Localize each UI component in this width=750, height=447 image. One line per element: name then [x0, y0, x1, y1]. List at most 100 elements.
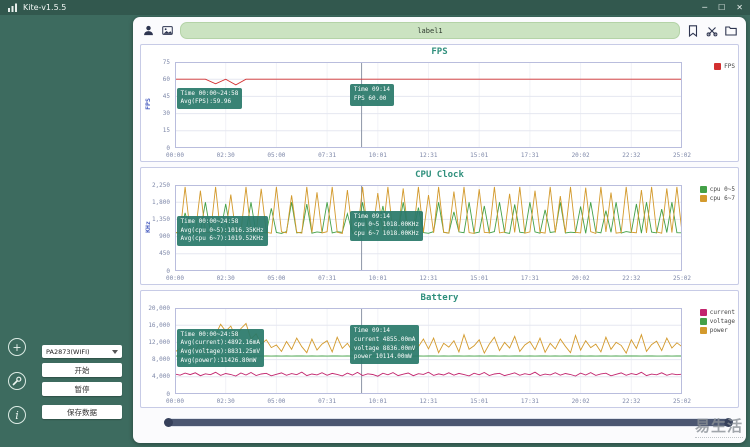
x-tick-label: 12:31	[419, 152, 437, 159]
legend: cpu 0~5 cpu 6~7	[700, 186, 735, 202]
x-tick-label: 20:02	[572, 152, 590, 159]
x-tick-label: 15:01	[470, 152, 488, 159]
x-tick-label: 10:01	[369, 275, 387, 282]
y-tick-label: 450	[141, 250, 170, 257]
x-tick-label: 02:30	[217, 152, 235, 159]
x-tick-label: 02:30	[217, 398, 235, 405]
tools-button[interactable]	[8, 372, 26, 390]
x-tick-label: 05:00	[267, 398, 285, 405]
x-tick-label: 22:32	[622, 275, 640, 282]
image-icon[interactable]	[161, 25, 173, 37]
slider-thumb[interactable]	[168, 419, 729, 426]
chart-title: FPS	[141, 45, 738, 60]
chart-canvas: 00:0002:3005:0007:3110:0112:3115:0117:31…	[141, 306, 738, 406]
legend: FPS	[714, 63, 735, 70]
chart-title: Battery	[141, 291, 738, 306]
chevron-down-icon	[112, 350, 118, 354]
app-signal-icon	[7, 2, 19, 14]
watermark-subline	[695, 437, 743, 442]
legend: current voltage power	[700, 309, 735, 334]
device-select-value: PA2873(WIFI)	[46, 348, 90, 356]
chart-card-fps: FPS 00:0002:3005:0007:3110:0112:3115:011…	[140, 44, 739, 162]
chart-card-battery: Battery 00:00 02:30 05:00 07:31 10:01 12:31 15…	[140, 290, 739, 408]
y-tick-label: 75	[141, 59, 170, 66]
legend-swatch-icon	[714, 63, 721, 70]
y-tick-label: 2,250	[141, 182, 170, 189]
legend-label: power	[710, 327, 728, 334]
legend-item[interactable]: voltage	[700, 318, 735, 325]
legend-item[interactable]: power	[700, 327, 735, 334]
x-tick-label: 07:31	[318, 275, 336, 282]
legend-swatch-icon	[700, 186, 707, 193]
desktop: { "window": { "title": "Kite-v1.5.5", "m…	[0, 0, 750, 447]
x-tick-label: 25:02	[673, 152, 691, 159]
watermark: 易生活	[695, 415, 743, 442]
y-tick-label: 16,000	[141, 322, 170, 329]
x-tick-label: 20:02	[572, 398, 590, 405]
x-tick-label: 05:00	[267, 275, 285, 282]
y-tick-label: 60	[141, 76, 170, 83]
window-title: Kite-v1.5.5	[23, 3, 66, 12]
legend-swatch-icon	[700, 309, 707, 316]
folder-icon[interactable]	[725, 25, 737, 37]
add-button[interactable]: +	[8, 338, 26, 356]
plus-icon: +	[12, 341, 21, 354]
x-tick-label: 17:31	[521, 275, 539, 282]
x-tick-label: 22:32	[622, 152, 640, 159]
x-tick-label: 10:01	[369, 398, 387, 405]
legend-item[interactable]: FPS	[714, 63, 735, 70]
x-tick-label: 12:31	[419, 275, 437, 282]
x-tick-label: 07:31	[318, 398, 336, 405]
y-axis-label: FPS	[144, 89, 152, 119]
x-tick-label: 12:31	[419, 398, 437, 405]
watermark-brand: 易生活	[695, 417, 743, 435]
time-range-slider[interactable]	[164, 418, 733, 427]
y-axis-label: KHz	[144, 212, 152, 242]
legend-item[interactable]: current	[700, 309, 735, 316]
x-tick-label: 22:32	[622, 398, 640, 405]
y-tick-label: 0	[141, 391, 170, 398]
y-tick-label: 0	[141, 145, 170, 152]
scissors-icon[interactable]	[706, 25, 718, 37]
charts-column: FPS 00:00 02:30 05:00 07:31 10:01 12:31 15:01 1…	[133, 40, 746, 408]
x-tick-label: 25:02	[673, 398, 691, 405]
y-tick-label: 12,000	[141, 339, 170, 346]
chart-title: CPU Clock	[141, 168, 738, 183]
bookmark-icon[interactable]	[687, 25, 699, 37]
legend-item[interactable]: cpu 6~7	[700, 195, 735, 202]
x-tick-label: 15:01	[470, 398, 488, 405]
x-tick-label: 05:00	[267, 152, 285, 159]
x-tick-label: 10:01	[369, 152, 387, 159]
info-button[interactable]: i	[8, 406, 26, 424]
info-icon: i	[15, 409, 19, 422]
device-select[interactable]: PA2873(WIFI)	[42, 345, 122, 358]
pause-button[interactable]: 暂停	[42, 382, 122, 396]
chart-canvas: 00:00 02:30 05:00 07:31 10:01 12:31 15:01 17:31…	[141, 183, 738, 283]
x-tick-label: 15:01	[470, 275, 488, 282]
wrench-icon	[12, 376, 22, 386]
label-input[interactable]	[180, 22, 680, 39]
x-tick-label: 20:02	[572, 275, 590, 282]
plot-area[interactable]	[175, 308, 682, 394]
x-tick-label: 00:00	[166, 275, 184, 282]
x-tick-label: 00:00	[166, 398, 184, 405]
close-button[interactable]: ✕	[736, 4, 743, 12]
main-panel: FPS 00:00 02:30 05:00 07:31 10:01 12:31 15:01 1…	[133, 17, 746, 443]
x-tick-label: 02:30	[217, 275, 235, 282]
chart-card-cpu-clock: CPU Clock 00:00 02:30 05:00 07:31 10:01 12:31…	[140, 167, 739, 285]
control-panel: PA2873(WIFI) 开始 暂停 保存数据	[42, 345, 122, 419]
legend-item[interactable]: cpu 0~5	[700, 186, 735, 193]
slider-left-handle[interactable]	[164, 418, 173, 427]
start-button[interactable]: 开始	[42, 363, 122, 377]
save-data-button[interactable]: 保存数据	[42, 405, 122, 419]
user-icon[interactable]	[142, 25, 154, 37]
legend-swatch-icon	[700, 195, 707, 202]
plot-area[interactable]	[175, 185, 682, 271]
x-tick-label: 07:31	[318, 152, 336, 159]
y-tick-label: 4,000	[141, 373, 170, 380]
legend-label: FPS	[724, 63, 735, 70]
maximize-button[interactable]: ☐	[718, 4, 725, 12]
minimize-button[interactable]: ─	[702, 4, 707, 12]
plot-area[interactable]	[175, 62, 682, 148]
window-titlebar: Kite-v1.5.5 ─ ☐ ✕	[0, 0, 750, 15]
